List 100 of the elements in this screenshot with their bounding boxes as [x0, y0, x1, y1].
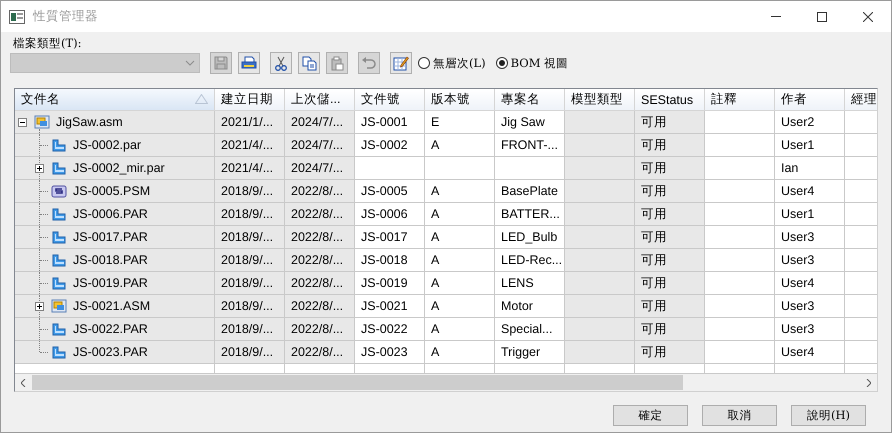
table-cell: A — [425, 249, 495, 272]
table-cell — [565, 180, 635, 203]
toolbar-button[interactable] — [390, 52, 412, 74]
column-header[interactable]: 專案名 — [495, 89, 565, 111]
table-cell — [705, 157, 775, 180]
table-cell: 可用 — [635, 249, 705, 272]
column-header[interactable]: 文件名 — [15, 89, 215, 111]
table-cell — [565, 203, 635, 226]
table-cell[interactable]: JS-0021.ASM — [15, 295, 215, 318]
part-file-icon — [51, 252, 67, 268]
column-header[interactable]: 文件號 — [355, 89, 425, 111]
table-cell: 可用 — [635, 295, 705, 318]
file-name: JS-0022.PAR — [73, 322, 148, 336]
table-cell — [565, 249, 635, 272]
column-header[interactable]: 版本號 — [425, 89, 495, 111]
table-cell: A — [425, 318, 495, 341]
table-cell — [565, 134, 635, 157]
part-file-icon — [51, 160, 67, 176]
table-cell: 2022/8/... — [285, 295, 355, 318]
table-cell — [565, 111, 635, 134]
table-cell[interactable]: JS-0017.PAR — [15, 226, 215, 249]
table-cell — [495, 157, 565, 180]
window-title: 性質管理器 — [33, 8, 98, 25]
expand-icon[interactable] — [35, 302, 44, 310]
table-cell[interactable]: JS-0018.PAR — [15, 249, 215, 272]
table-cell[interactable]: JS-0002.par — [15, 134, 215, 157]
column-header[interactable]: SEStatus — [635, 89, 705, 111]
table-cell: A — [425, 203, 495, 226]
toolbar-button[interactable] — [238, 52, 260, 74]
column-header[interactable]: 註釋 — [705, 89, 775, 111]
table-cell: 2018/9/... — [215, 272, 285, 295]
expand-icon[interactable] — [35, 164, 44, 172]
scroll-right-icon[interactable] — [866, 378, 871, 386]
radio-option[interactable]: 無層次(L) — [418, 56, 486, 70]
copy-icon — [302, 56, 316, 70]
part-file-icon — [51, 137, 67, 153]
radio-circle[interactable] — [418, 57, 430, 69]
file-name: JigSaw.asm — [56, 115, 123, 129]
dialog-button[interactable]: 取消 — [702, 405, 777, 426]
clipboard-icon — [330, 56, 344, 70]
radio-label: 無層次(L) — [433, 56, 486, 70]
table-cell[interactable]: JS-0023.PAR — [15, 341, 215, 364]
radio-circle[interactable] — [496, 57, 508, 69]
table-cell: 可用 — [635, 341, 705, 364]
table-cell: 2021/1/... — [215, 111, 285, 134]
table-cell: BasePlate — [495, 180, 565, 203]
dialog-button[interactable]: 說明(H) — [791, 405, 866, 426]
table-cell: 2022/8/... — [285, 272, 355, 295]
close-icon[interactable] — [863, 12, 873, 22]
table-cell — [705, 295, 775, 318]
table-cell: 2024/7/... — [285, 111, 355, 134]
column-header[interactable]: 作者 — [775, 89, 845, 111]
sheet-metal-file-icon — [51, 183, 67, 199]
dialog-button[interactable]: 確定 — [613, 405, 688, 426]
table-cell: Special... — [495, 318, 565, 341]
table-cell[interactable]: JS-0005.PSM — [15, 180, 215, 203]
column-header[interactable]: 建立日期 — [215, 89, 285, 111]
table-cell — [705, 272, 775, 295]
table-cell: A — [425, 226, 495, 249]
table-cell: 2018/9/... — [215, 341, 285, 364]
table-cell: 2018/9/... — [215, 318, 285, 341]
collapse-icon[interactable] — [18, 118, 27, 126]
table-cell: User4 — [775, 341, 845, 364]
table-cell: LENS — [495, 272, 565, 295]
table-cell: A — [425, 134, 495, 157]
toolbar-button[interactable] — [298, 52, 320, 74]
table-cell: 2021/4/... — [215, 157, 285, 180]
table-cell: 可用 — [635, 111, 705, 134]
table-cell: 2022/8/... — [285, 318, 355, 341]
table-cell — [565, 295, 635, 318]
table-cell — [565, 272, 635, 295]
table-cell: A — [425, 180, 495, 203]
scroll-left-icon[interactable] — [21, 378, 26, 386]
assembly-file-icon — [51, 298, 67, 314]
horizontal-scrollbar[interactable] — [15, 374, 877, 391]
table-cell[interactable]: JS-0019.PAR — [15, 272, 215, 295]
toolbar-button[interactable] — [270, 52, 292, 74]
table-cell: User4 — [775, 180, 845, 203]
table-cell[interactable]: JigSaw.asm — [15, 111, 215, 134]
edit-table-icon — [393, 55, 409, 71]
scissors-icon — [275, 56, 287, 70]
table-cell[interactable]: JS-0006.PAR — [15, 203, 215, 226]
maximize-icon[interactable] — [817, 12, 827, 22]
table-cell — [705, 180, 775, 203]
column-header[interactable]: 模型類型 — [565, 89, 635, 111]
table-cell: A — [425, 295, 495, 318]
table-cell[interactable]: JS-0022.PAR — [15, 318, 215, 341]
table-cell[interactable]: JS-0002_mir.par — [15, 157, 215, 180]
table-cell: LED-Rec... — [495, 249, 565, 272]
table-cell — [705, 364, 775, 374]
table-cell: A — [425, 272, 495, 295]
file-name: JS-0018.PAR — [73, 253, 148, 267]
table-cell: Trigger — [495, 341, 565, 364]
table-cell: JS-0005 — [355, 180, 425, 203]
table-cell — [565, 157, 635, 180]
file-name: JS-0023.PAR — [73, 345, 148, 359]
column-header[interactable]: 上次儲... — [285, 89, 355, 111]
table-cell: User3 — [775, 249, 845, 272]
scrollbar-thumb[interactable] — [32, 375, 683, 390]
radio-option[interactable]: BOM 視圖 — [496, 56, 568, 70]
